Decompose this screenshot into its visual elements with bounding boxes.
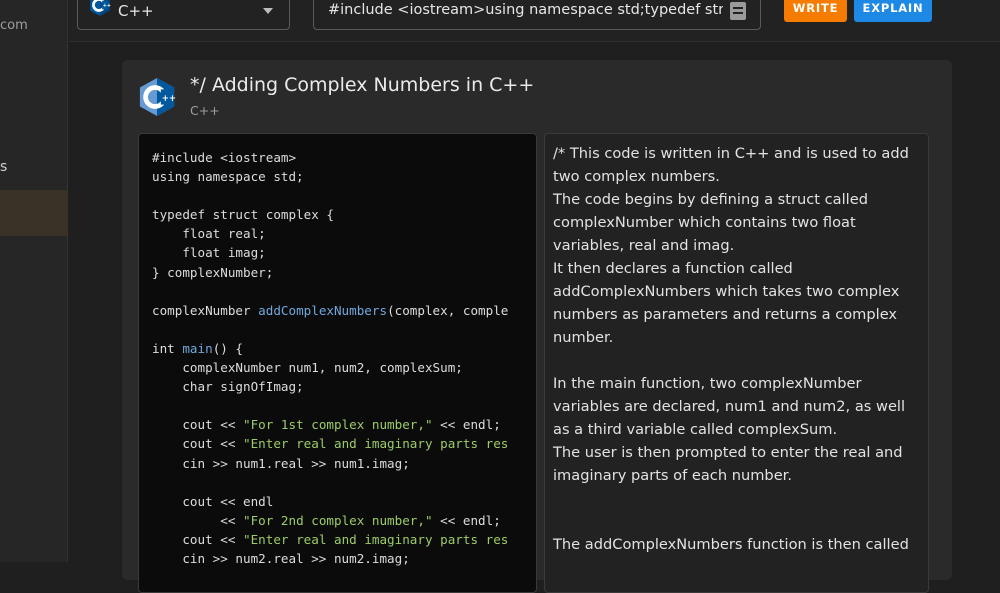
code-block: #include <iostream> using namespace std;… <box>152 148 508 568</box>
sidebar-item-label[interactable]: s <box>0 159 7 175</box>
site-domain: com <box>0 18 28 33</box>
svg-text:++: ++ <box>103 3 111 9</box>
sidebar-item-active[interactable] <box>0 190 68 236</box>
write-button[interactable]: WRITE <box>784 0 847 22</box>
code-line: int main() { <box>152 340 244 356</box>
language-select[interactable]: ++ C++ <box>77 0 290 30</box>
svg-text:++: ++ <box>162 94 176 104</box>
code-line: float imag; <box>152 245 266 261</box>
code-line: << "For 2nd complex number," << endl; <box>152 512 501 528</box>
code-line: #include <iostream> <box>152 150 297 165</box>
card-title: */ Adding Complex Numbers in C++ <box>190 74 535 96</box>
result-card: ++ */ Adding Complex Numbers in C++ C++ … <box>122 60 952 593</box>
code-line: } complexNumber; <box>152 264 274 280</box>
cpp-logo-icon: ++ <box>90 0 111 16</box>
code-line: char signOfImag; <box>152 379 304 395</box>
code-line: cout << "Enter real and imaginary parts … <box>152 436 509 452</box>
code-line: complexNumber num1, num2, complexSum; <box>152 360 463 376</box>
explanation-text: /* This code is written in C++ and is us… <box>553 145 909 553</box>
card-subtitle: C++ <box>190 103 220 118</box>
explanation-panel[interactable]: /* This code is written in C++ and is us… <box>544 133 929 593</box>
code-line: typedef struct complex { <box>152 207 334 223</box>
code-panel[interactable]: #include <iostream> using namespace std;… <box>138 133 537 593</box>
code-line: complexNumber addComplexNumbers(complex,… <box>152 302 509 318</box>
code-line: cout << "For 1st complex number," << end… <box>152 417 501 433</box>
code-line: cout << endl <box>152 493 274 509</box>
sidebar: com s <box>0 0 68 562</box>
code-line: using namespace std; <box>152 169 304 185</box>
explain-button[interactable]: EXPLAIN <box>854 0 932 22</box>
chevron-down-icon[interactable] <box>263 8 273 14</box>
cpp-logo-icon: ++ <box>139 78 176 116</box>
code-line: cout << "Enter real and imaginary parts … <box>152 531 509 547</box>
language-value: C++ <box>118 2 154 20</box>
code-input-value[interactable]: #include <iostream>using namespace std;t… <box>328 2 723 18</box>
document-icon[interactable] <box>730 2 746 20</box>
code-input[interactable]: #include <iostream>using namespace std;t… <box>313 0 761 30</box>
code-line: cin >> num1.real >> num1.imag; <box>152 455 410 471</box>
code-line: float real; <box>152 226 266 242</box>
code-line: cin >> num2.real >> num2.imag; <box>152 550 410 566</box>
